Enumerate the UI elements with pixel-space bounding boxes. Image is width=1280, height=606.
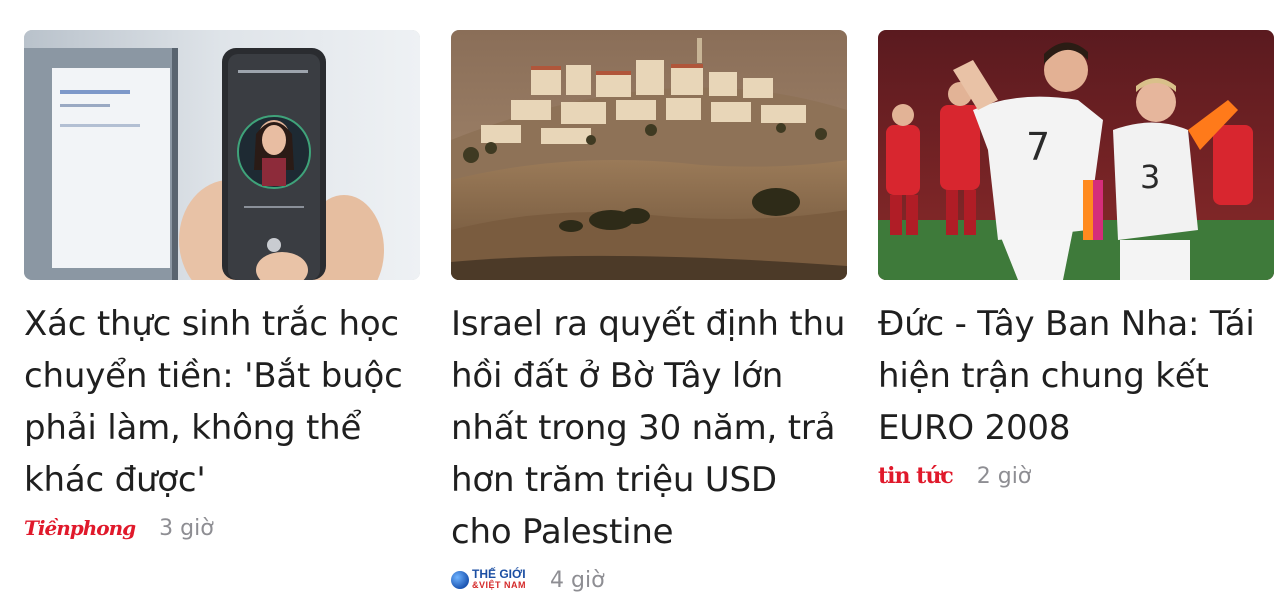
west-bank-settlement-image bbox=[451, 30, 847, 280]
news-card[interactable]: Xác thực sinh trắc học chuyển tiền: 'Bắt… bbox=[24, 30, 420, 596]
article-thumbnail[interactable] bbox=[24, 30, 420, 280]
article-thumbnail[interactable]: 7 3 bbox=[878, 30, 1274, 280]
article-thumbnail[interactable] bbox=[451, 30, 847, 280]
news-card[interactable]: 7 3 Đức - Tây Ban Nha: Tái hiện trận chu… bbox=[878, 30, 1274, 596]
article-headline[interactable]: Israel ra quyết định thu hồi đất ở Bờ Tâ… bbox=[451, 298, 847, 558]
source-logo-thegioivietnam: THẾ GIỚI &VIỆT NAM bbox=[451, 567, 526, 591]
article-age: 4 giờ bbox=[550, 567, 605, 593]
article-headline[interactable]: Đức - Tây Ban Nha: Tái hiện trận chung k… bbox=[878, 298, 1274, 454]
article-headline[interactable]: Xác thực sinh trắc học chuyển tiền: 'Bắt… bbox=[24, 298, 420, 506]
svg-text:7: 7 bbox=[1026, 125, 1050, 169]
source-logo-tienphong: Tiềnphong bbox=[24, 516, 136, 540]
news-card[interactable]: Israel ra quyết định thu hồi đất ở Bờ Tâ… bbox=[451, 30, 847, 596]
news-card-row: Xác thực sinh trắc học chuyển tiền: 'Bắt… bbox=[24, 30, 1274, 596]
article-meta: tin tức 2 giờ bbox=[878, 460, 1274, 492]
source-logo-line1: THẾ GIỚI bbox=[472, 567, 526, 581]
article-age: 3 giờ bbox=[159, 515, 214, 541]
article-age: 2 giờ bbox=[976, 463, 1032, 489]
source-logo-line2: &VIỆT NAM bbox=[472, 580, 526, 590]
source-logo-tintuc: tin tức bbox=[878, 463, 954, 489]
germany-football-celebration-image: 7 3 bbox=[878, 30, 1274, 280]
article-meta: THẾ GIỚI &VIỆT NAM 4 giờ bbox=[451, 564, 847, 596]
source-logo-text: tin tức bbox=[878, 463, 954, 489]
phone-face-verification-image bbox=[24, 30, 420, 280]
svg-text:3: 3 bbox=[1140, 158, 1160, 196]
article-meta: Tiềnphong 3 giờ bbox=[24, 512, 420, 544]
globe-icon bbox=[451, 571, 469, 589]
